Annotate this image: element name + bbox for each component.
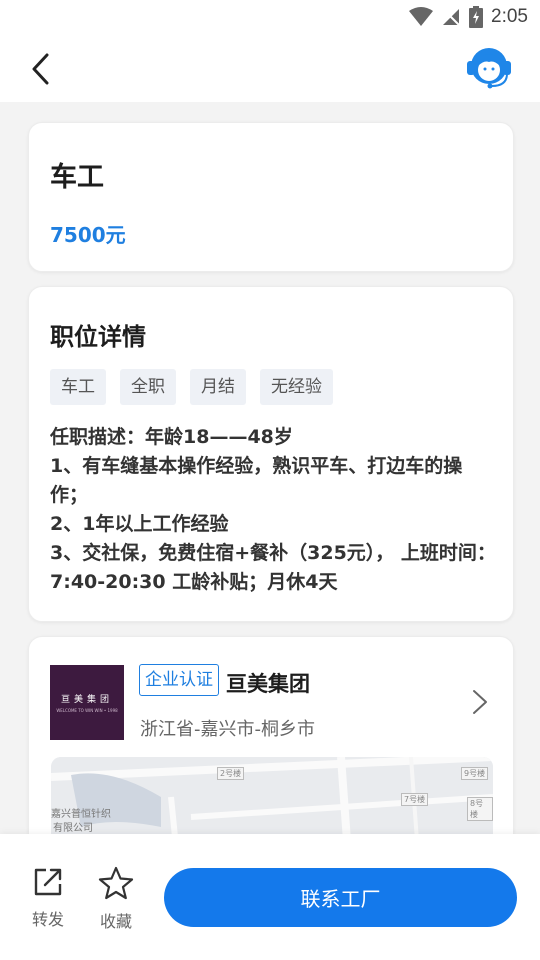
status-bar: 2:05 <box>0 0 540 36</box>
customer-service-icon <box>467 48 511 89</box>
bottom-action-bar: 转发 收藏 联系工厂 <box>0 834 540 960</box>
content-scroll[interactable]: 车工 7500元 职位详情 车工 全职 月结 无经验 任职描述：年龄18——48… <box>0 102 540 834</box>
map-place-name: 嘉兴普恒针织 <box>51 809 111 820</box>
description-line: 1、有车缝基本操作经验，熟识平车、打边车的操作； <box>50 455 463 506</box>
company-card[interactable]: 亘美集团 WELCOME TO WIN WIN • 1998 企业认证 亘美集团… <box>28 636 514 834</box>
share-icon <box>34 868 62 896</box>
share-label: 转发 <box>31 910 64 929</box>
wifi-icon <box>409 7 434 26</box>
favorite-label: 收藏 <box>99 912 132 931</box>
job-detail-card: 职位详情 车工 全职 月结 无经验 任职描述：年龄18——48岁 1、有车缝基本… <box>28 286 514 622</box>
logo-subtext: WELCOME TO WIN WIN • 1998 <box>56 708 118 713</box>
tag: 车工 <box>50 369 106 405</box>
star-icon <box>98 866 134 900</box>
tag: 月结 <box>190 369 246 405</box>
tag-list: 车工 全职 月结 无经验 <box>50 369 333 405</box>
company-logo: 亘美集团 WELCOME TO WIN WIN • 1998 <box>50 665 124 740</box>
job-title: 车工 <box>50 162 104 193</box>
job-summary-card: 车工 7500元 <box>28 122 514 272</box>
job-description: 任职描述：年龄18——48岁 1、有车缝基本操作经验，熟识平车、打边车的操作； … <box>50 423 498 597</box>
tag: 无经验 <box>260 369 333 405</box>
job-salary: 7500元 <box>50 223 126 247</box>
customer-service-button[interactable] <box>464 42 514 92</box>
location-map[interactable]: 2号楼 9号楼 7号楼 8号楼 嘉兴普恒针织 有限公司 <box>51 757 493 834</box>
map-building-label: 2号楼 <box>217 767 245 780</box>
back-button[interactable] <box>24 50 56 88</box>
map-building-label: 7号楼 <box>401 793 429 806</box>
certification-badge: 企业认证 <box>139 664 219 696</box>
favorite-button[interactable]: 收藏 <box>91 866 141 932</box>
detail-heading: 职位详情 <box>50 323 146 351</box>
chevron-left-icon <box>32 53 49 85</box>
company-location: 浙江省-嘉兴市-桐乡市 <box>140 719 315 740</box>
logo-text: 亘美集团 <box>60 695 113 705</box>
status-icons: 2:05 <box>409 6 528 28</box>
tag: 全职 <box>120 369 176 405</box>
chevron-right-icon <box>473 690 487 714</box>
map-place-name: 有限公司 <box>53 823 93 834</box>
description-line: 任职描述：年龄18——48岁 <box>50 426 293 448</box>
status-time: 2:05 <box>491 6 528 27</box>
map-building-label: 8号楼 <box>467 797 493 821</box>
contact-factory-button[interactable]: 联系工厂 <box>164 868 517 927</box>
header <box>0 36 540 102</box>
description-line: 2、1年以上工作经验 <box>50 513 229 535</box>
battery-charging-icon <box>469 6 484 28</box>
company-name: 亘美集团 <box>226 672 310 696</box>
share-button[interactable]: 转发 <box>23 866 73 930</box>
no-signal-icon <box>442 8 460 26</box>
map-building-label: 9号楼 <box>461 767 489 780</box>
description-line: 3、交社保，免费住宿+餐补（325元）， 上班时间：7:40-20:30 工龄补… <box>50 542 496 593</box>
